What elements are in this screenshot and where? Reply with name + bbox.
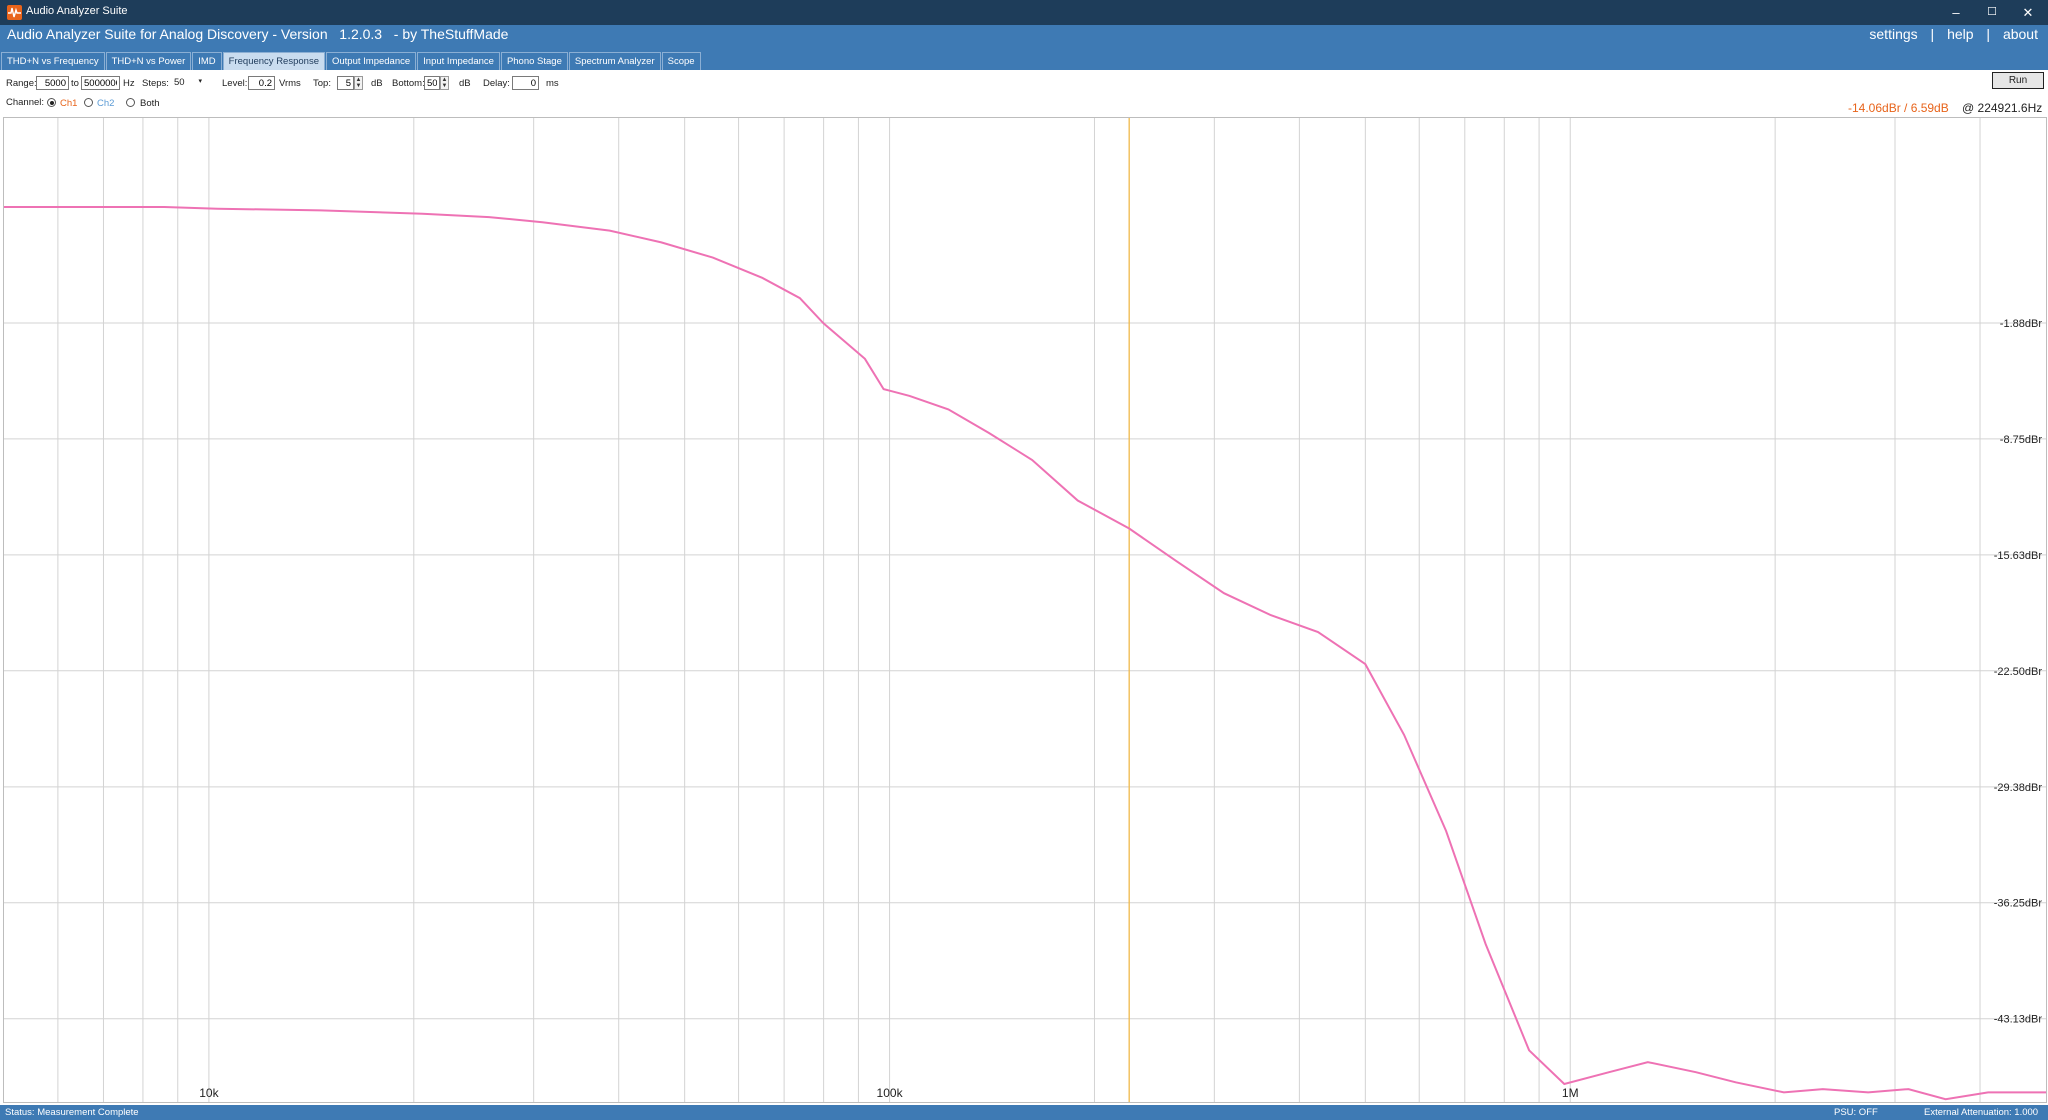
y-tick-label: -22.50dBr bbox=[1994, 666, 2043, 678]
top-spinner[interactable]: ▲ ▼ bbox=[354, 76, 363, 90]
tab-phono-stage[interactable]: Phono Stage bbox=[500, 52, 568, 72]
ch2-radio[interactable] bbox=[84, 98, 93, 107]
x-tick-label: 100k bbox=[877, 1086, 904, 1100]
settings-link[interactable]: settings bbox=[1869, 26, 1917, 42]
steps-value: 50 bbox=[174, 77, 185, 88]
attenuation-status: External Attenuation: 1.000 bbox=[1924, 1107, 2039, 1118]
level-label: Level: bbox=[222, 78, 248, 89]
range-label: Range: bbox=[6, 78, 37, 89]
y-tick-label: -15.63dBr bbox=[1994, 550, 2043, 562]
both-label[interactable]: Both bbox=[140, 98, 160, 109]
hz-label: Hz bbox=[123, 78, 135, 89]
tab-thdn-vs-frequency[interactable]: THD+N vs Frequency bbox=[1, 52, 105, 72]
dropdown-arrow-icon: ▾ bbox=[198, 78, 202, 85]
maximize-button[interactable]: ☐ bbox=[1974, 0, 2010, 25]
x-tick-label: 10k bbox=[199, 1086, 219, 1100]
y-tick-label: -1.88dBr bbox=[2000, 318, 2043, 330]
about-link[interactable]: about bbox=[2003, 26, 2038, 42]
app-header: Audio Analyzer Suite for Analog Discover… bbox=[0, 25, 2048, 72]
cursor-readout-value: -14.06dBr / 6.59dB bbox=[1848, 101, 1949, 115]
tab-frequency-response[interactable]: Frequency Response bbox=[222, 52, 325, 72]
y-tick-label: -36.25dBr bbox=[1994, 898, 2043, 910]
response-curve-ch1 bbox=[4, 206, 2046, 1101]
status-text: Status: Measurement Complete bbox=[5, 1107, 139, 1118]
app-waveform-icon bbox=[7, 5, 22, 20]
y-tick-label: -29.38dBr bbox=[1994, 782, 2043, 794]
to-label: to bbox=[71, 78, 79, 89]
window-title: Audio Analyzer Suite bbox=[26, 5, 128, 17]
chart-canvas: -1.88dBr -8.75dBr -15.63dBr -22.50dBr -29.38… bbox=[4, 118, 2046, 1102]
delay-label: Delay: bbox=[483, 78, 510, 89]
bottom-input[interactable] bbox=[424, 76, 440, 90]
settings-panel: Range: to Hz Steps: 50 ▾ Level: Vrms Top… bbox=[0, 70, 2048, 117]
tab-thdn-vs-power[interactable]: THD+N vs Power bbox=[105, 52, 192, 72]
ch1-label[interactable]: Ch1 bbox=[60, 98, 77, 109]
app-heading: Audio Analyzer Suite for Analog Discover… bbox=[7, 26, 509, 42]
run-button[interactable]: Run bbox=[1992, 72, 2044, 89]
nav-separator: | bbox=[1930, 26, 1935, 42]
top-label: Top: bbox=[313, 78, 331, 89]
help-link[interactable]: help bbox=[1947, 26, 1973, 42]
tab-scope[interactable]: Scope bbox=[661, 52, 701, 72]
range-to-input[interactable] bbox=[81, 76, 120, 90]
ch1-radio[interactable] bbox=[47, 98, 56, 107]
delay-input[interactable] bbox=[512, 76, 539, 90]
tab-imd[interactable]: IMD bbox=[192, 52, 222, 72]
frequency-response-chart[interactable]: -1.88dBr -8.75dBr -15.63dBr -22.50dBr -29.38… bbox=[3, 117, 2047, 1103]
channel-label: Channel: bbox=[6, 97, 45, 108]
close-button[interactable]: ✕ bbox=[2010, 0, 2046, 25]
bottom-unit: dB bbox=[459, 78, 471, 89]
window-titlebar: Audio Analyzer Suite – ☐ ✕ bbox=[0, 0, 2048, 25]
tab-output-impedance[interactable]: Output Impedance bbox=[325, 52, 417, 72]
steps-select[interactable]: 50 ▾ bbox=[171, 76, 205, 90]
level-input[interactable] bbox=[248, 76, 275, 90]
header-nav: settings | help | about bbox=[1860, 26, 2038, 42]
ch2-label[interactable]: Ch2 bbox=[97, 98, 114, 109]
cursor-readout-frequency: @ 224921.6Hz bbox=[1962, 101, 2043, 115]
tab-spectrum-analyzer[interactable]: Spectrum Analyzer bbox=[568, 52, 661, 72]
delay-unit: ms bbox=[546, 78, 559, 89]
minimize-button[interactable]: – bbox=[1938, 0, 1974, 25]
status-bar: Status: Measurement Complete PSU: OFF Ex… bbox=[0, 1105, 2048, 1120]
top-unit: dB bbox=[371, 78, 383, 89]
x-tick-label: 1M bbox=[1562, 1086, 1579, 1100]
level-unit: Vrms bbox=[279, 78, 301, 89]
psu-status: PSU: OFF bbox=[1834, 1107, 1878, 1118]
bottom-spinner[interactable]: ▲ ▼ bbox=[440, 76, 449, 90]
y-tick-label: -8.75dBr bbox=[2000, 434, 2043, 446]
range-from-input[interactable] bbox=[36, 76, 69, 90]
top-input[interactable] bbox=[337, 76, 354, 90]
y-tick-label: -43.13dBr bbox=[1994, 1014, 2043, 1026]
steps-label: Steps: bbox=[142, 78, 169, 89]
tab-strip: THD+N vs Frequency THD+N vs Power IMD Fr… bbox=[1, 52, 702, 72]
nav-separator: | bbox=[1986, 26, 1991, 42]
bottom-label: Bottom: bbox=[392, 78, 425, 89]
tab-input-impedance[interactable]: Input Impedance bbox=[417, 52, 500, 72]
both-radio[interactable] bbox=[126, 98, 135, 107]
